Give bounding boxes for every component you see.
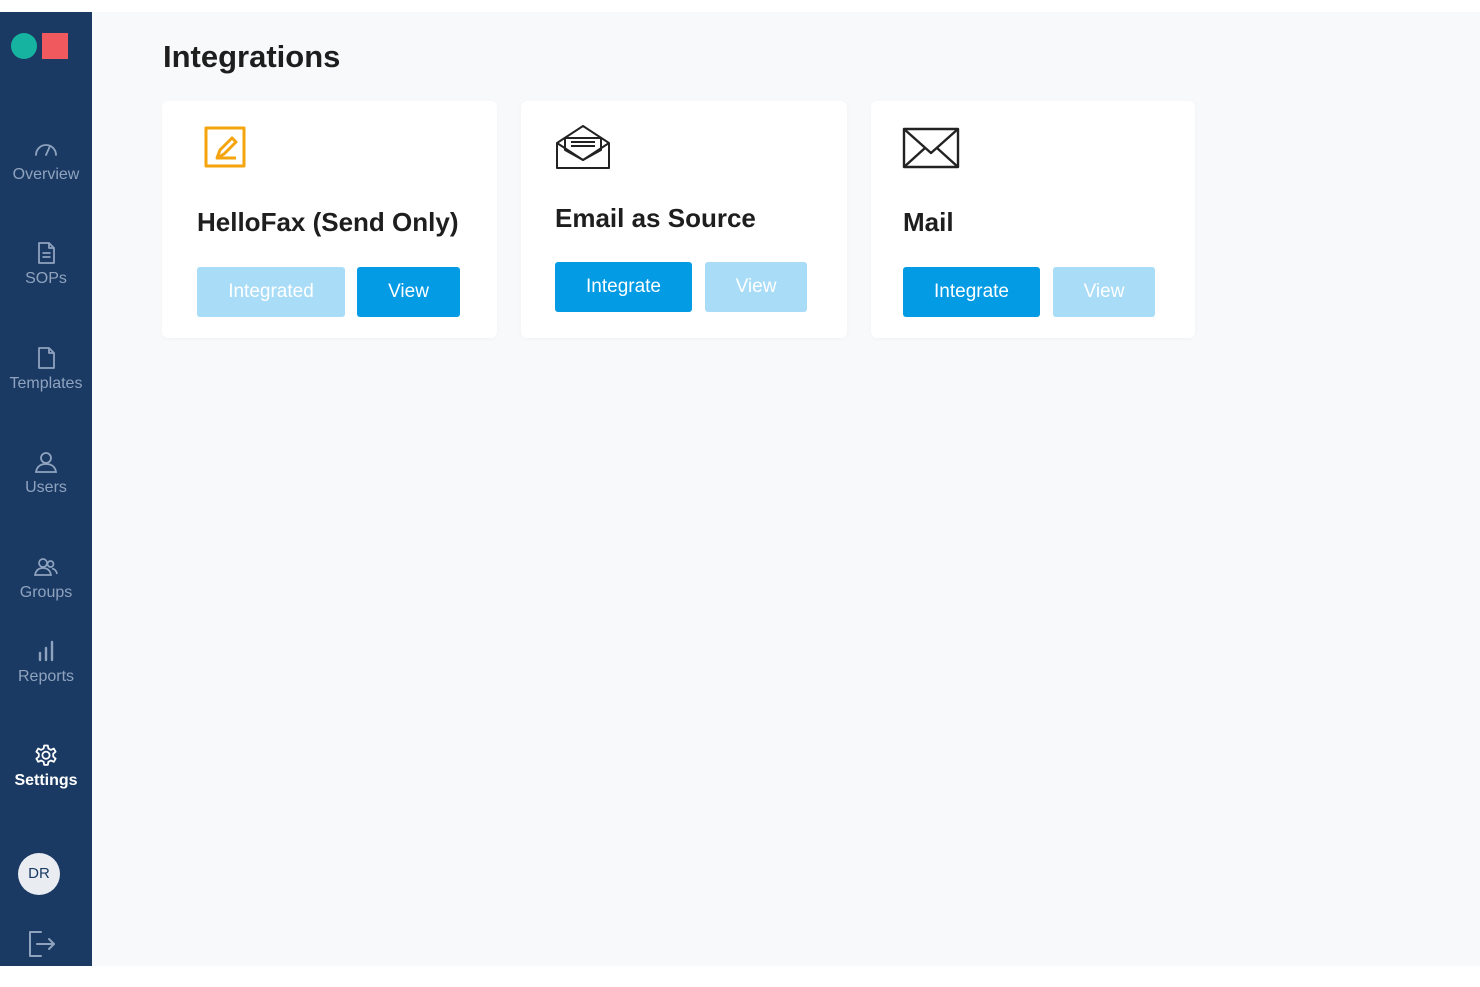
logo-square-icon: [42, 33, 68, 59]
document-icon: [38, 242, 55, 264]
card-title: Email as Source: [555, 203, 756, 233]
integration-card-hellofax: HelloFax (Send Only) Integrated View: [162, 101, 497, 338]
card-title: Mail: [903, 207, 954, 237]
app-logo[interactable]: [11, 32, 69, 60]
sidebar-item-label: Overview: [12, 166, 80, 183]
sidebar-item-label: Groups: [19, 584, 73, 601]
file-icon: [38, 347, 55, 369]
integrate-button[interactable]: Integrate: [903, 267, 1040, 317]
sidebar-item-templates[interactable]: Templates: [0, 345, 92, 417]
gear-icon: [35, 744, 57, 766]
sidebar-item-reports[interactable]: Reports: [0, 638, 92, 710]
sidebar-item-label: Settings: [14, 772, 78, 789]
open-envelope-icon: [556, 125, 610, 169]
sidebar-item-settings[interactable]: Settings: [0, 742, 92, 814]
envelope-icon: [902, 127, 960, 169]
bar-chart-icon: [38, 640, 54, 662]
logout-icon[interactable]: [24, 927, 58, 961]
avatar[interactable]: DR: [18, 853, 60, 895]
integration-card-email-as-source: Email as Source Integrate View: [521, 101, 847, 338]
bottom-margin: [0, 966, 1480, 987]
view-button[interactable]: View: [705, 262, 807, 312]
sidebar-item-label: Templates: [9, 375, 83, 392]
view-button[interactable]: View: [1053, 267, 1155, 317]
integrated-button[interactable]: Integrated: [197, 267, 345, 317]
sidebar-item-label: SOPs: [25, 270, 67, 287]
sidebar-item-label: Reports: [17, 668, 75, 685]
app-window: Overview SOPs Templates Users Groups Rep…: [0, 12, 1480, 966]
sidebar-item-users[interactable]: Users: [0, 449, 92, 521]
sidebar-item-groups[interactable]: Groups: [0, 554, 92, 626]
view-button[interactable]: View: [357, 267, 460, 317]
sidebar-item-overview[interactable]: Overview: [0, 136, 92, 208]
page-title: Integrations: [163, 39, 341, 74]
sidebar: Overview SOPs Templates Users Groups Rep…: [0, 12, 92, 966]
logo-dot-icon: [11, 33, 37, 59]
edit-square-icon: [204, 126, 246, 168]
card-title: HelloFax (Send Only): [197, 207, 459, 237]
sidebar-item-label: Users: [25, 479, 67, 496]
group-icon: [33, 558, 58, 576]
user-icon: [34, 452, 58, 473]
integrate-button[interactable]: Integrate: [555, 262, 692, 312]
gauge-icon: [35, 144, 57, 156]
integration-card-mail: Mail Integrate View: [871, 101, 1195, 338]
sidebar-item-sops[interactable]: SOPs: [0, 240, 92, 312]
